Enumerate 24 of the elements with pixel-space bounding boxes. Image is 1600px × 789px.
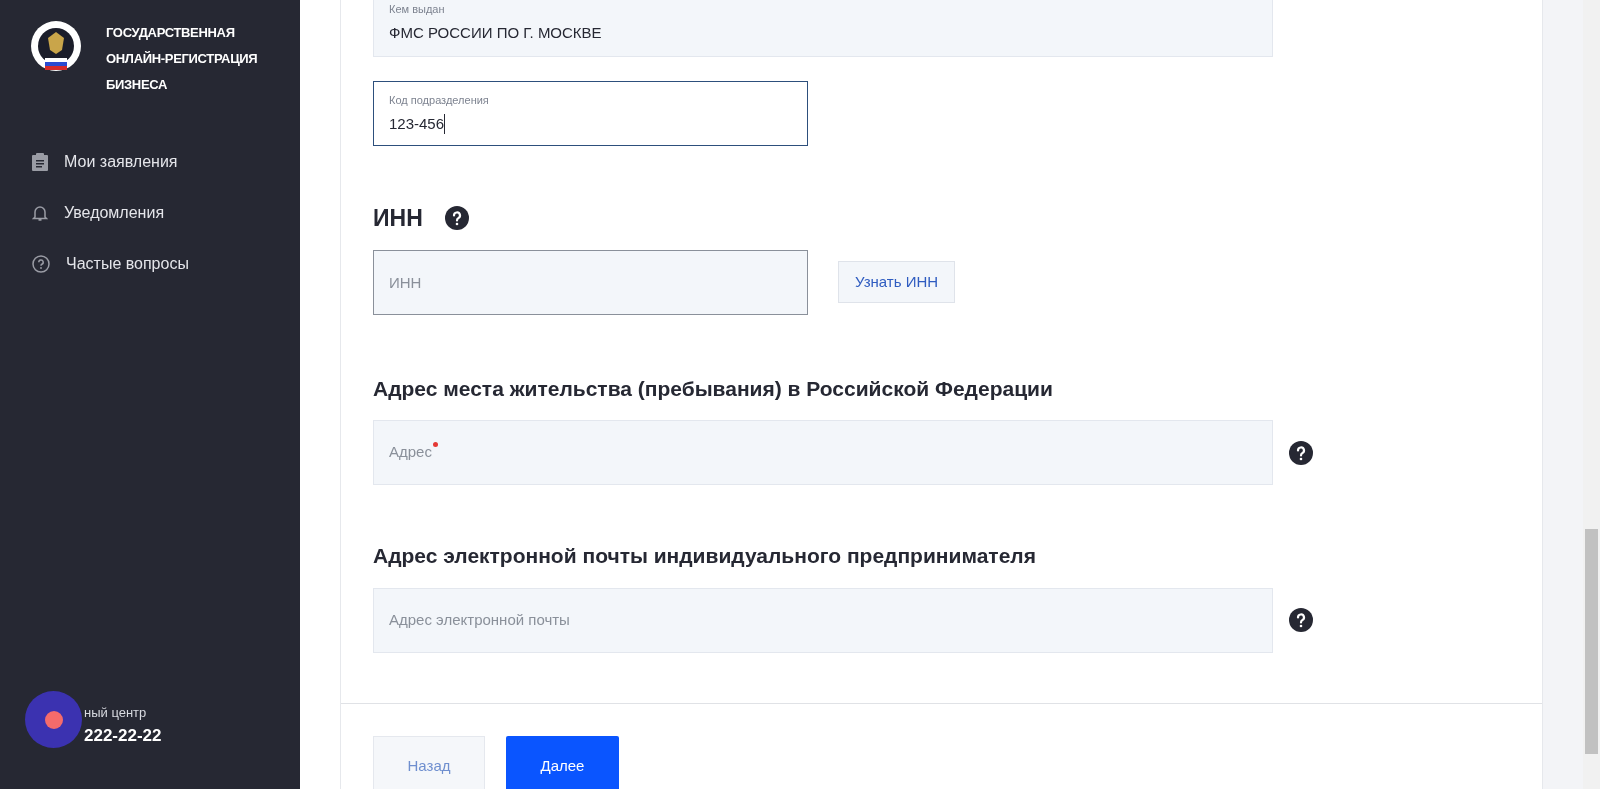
brand-title-line: ОНЛАЙН-РЕГИСТРАЦИЯ: [106, 50, 258, 68]
help-icon[interactable]: [1289, 440, 1313, 465]
contact-label: ный центр: [84, 704, 148, 722]
next-button[interactable]: Далее: [506, 736, 619, 789]
brand-title-line: ГОСУДАРСТВЕННАЯ: [106, 24, 236, 42]
menu-item[interactable]: Частые вопросы: [66, 252, 189, 276]
section-heading: ИНН: [373, 204, 423, 233]
find-inn-button[interactable]: Узнать ИНН: [838, 261, 956, 303]
chat-bubble[interactable]: [25, 691, 82, 748]
inn-field[interactable]: ИНН: [373, 249, 808, 315]
section-heading: Адрес электронной почты индивидуального предпринимателя: [373, 543, 1037, 569]
menu-item[interactable]: Уведомления: [64, 201, 165, 225]
department-code-field[interactable]: Код подразделения 123-456: [373, 81, 808, 146]
section-heading: Адрес места жительства (пребывания) в Российской Федерации: [373, 375, 1054, 402]
scrollbar-thumb[interactable]: [1585, 529, 1598, 754]
clipboard-icon: [32, 153, 48, 171]
menu-item[interactable]: Мои заявления: [64, 150, 178, 174]
help-icon[interactable]: [1289, 608, 1313, 632]
brand-title-line: БИЗНЕСА: [106, 76, 169, 94]
issued-by-field[interactable]: Кем выдан ФМС РОССИИ ПО Г. МОСКВЕ: [373, 0, 1273, 57]
help-icon: [32, 255, 50, 273]
help-icon[interactable]: [444, 206, 469, 231]
contact-phone[interactable]: 222-22-22: [84, 722, 300, 748]
bell-icon: [32, 204, 48, 222]
